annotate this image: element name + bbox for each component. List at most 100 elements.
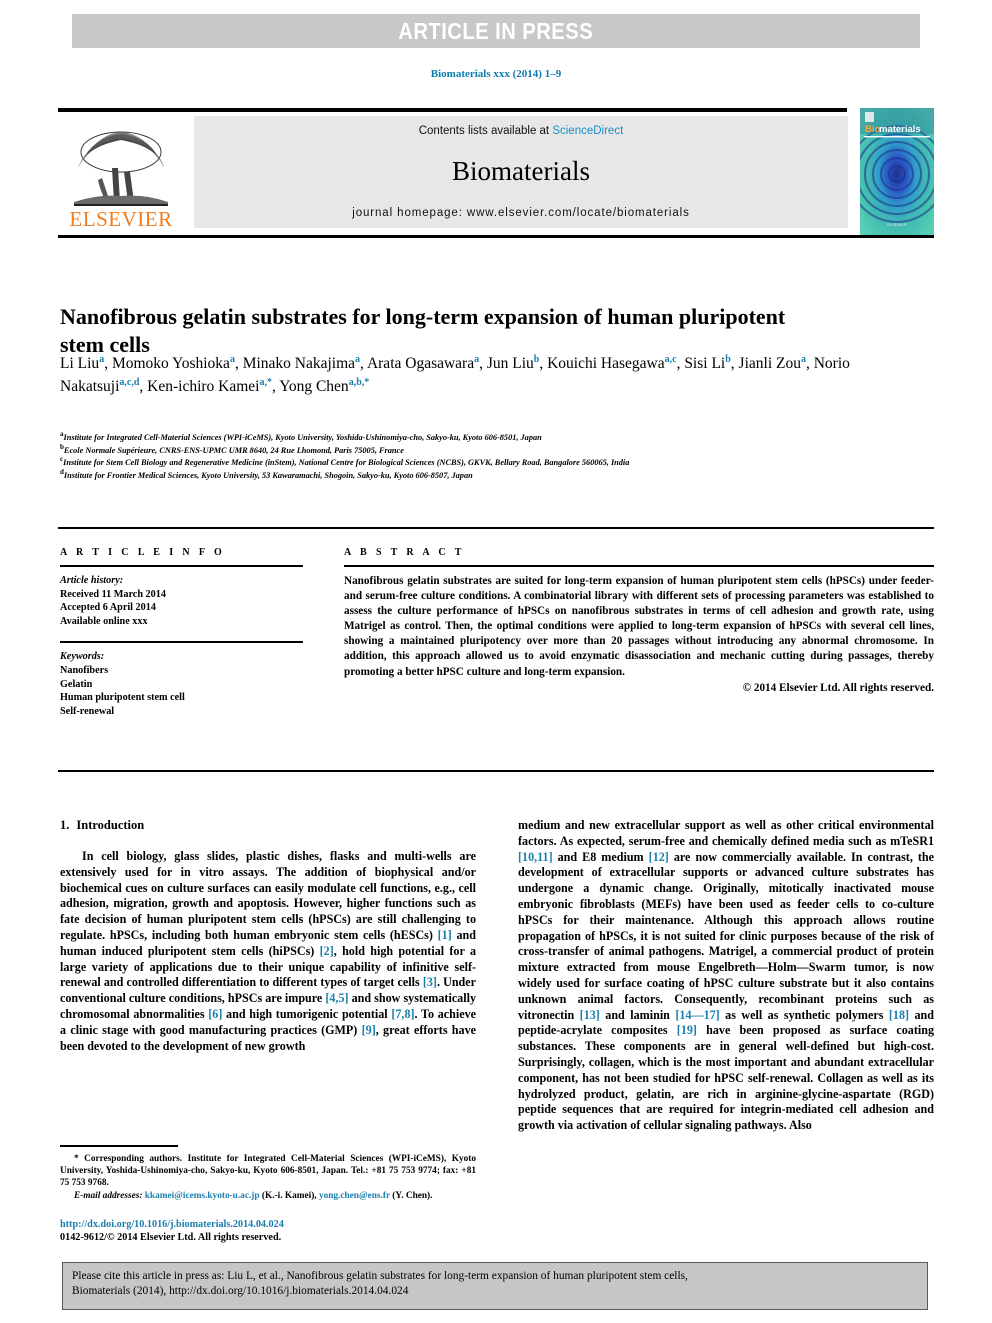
footnote-email-line: E-mail addresses: kkamei@icems.kyoto-u.a… (60, 1190, 476, 1202)
citation-reference[interactable]: [14—17] (675, 1008, 719, 1022)
body-column-left: 1. Introduction In cell biology, glass sl… (60, 818, 476, 1054)
author-separator: , (539, 355, 548, 372)
citation-line-1: Please cite this article in press as: Li… (72, 1270, 688, 1282)
email-addresses-label: E-mail addresses: (74, 1190, 143, 1201)
affiliation-item: dInstitute for Frontier Medical Sciences… (60, 469, 890, 483)
doi-block: http://dx.doi.org/10.1016/j.biomaterials… (60, 1218, 490, 1245)
journal-homepage-line[interactable]: journal homepage: www.elsevier.com/locat… (194, 207, 848, 219)
affiliation-item: aInstitute for Integrated Cell-Material … (60, 431, 890, 445)
article-info-rule (60, 565, 303, 567)
keyword-item: Human pluripotent stem cell (60, 692, 185, 704)
history-item: Available online xxx (60, 615, 148, 627)
abstract-text: Nanofibrous gelatin substrates are suite… (344, 575, 934, 678)
corresponding-author-footnote: * Corresponding authors. Institute for I… (60, 1145, 476, 1202)
abstract-column: A B S T R A C T Nanofibrous gelatin subs… (344, 547, 934, 694)
body-text-run: as well as synthetic polymers (719, 1007, 889, 1022)
keyword-item: Nanofibers (60, 664, 109, 676)
svg-text:ELSEVIER: ELSEVIER (69, 207, 172, 228)
author-separator: , (805, 355, 814, 372)
journal-reference-line: Biomaterials xxx (2014) 1–9 (430, 68, 562, 80)
email-link-kamei[interactable]: kkamei@icems.kyoto-u.ac.jp (145, 1191, 260, 1201)
article-history-label: Article history: (60, 575, 124, 586)
section-heading-introduction: 1. Introduction (60, 818, 476, 833)
email-link-chen[interactable]: yong.chen@ens.fr (319, 1191, 390, 1201)
citation-reference[interactable]: [12] (649, 850, 669, 864)
citation-reference[interactable]: [6] (208, 1007, 222, 1021)
affiliation-text: Institute for Integrated Cell-Material S… (63, 433, 542, 442)
footnote-rule (60, 1145, 178, 1147)
citation-reference[interactable]: [10,11] (518, 850, 553, 864)
author-affiliation-marker: a,c,d (119, 376, 140, 388)
citation-reference[interactable]: [4,5] (325, 991, 348, 1005)
email-owner-chen: (Y. Chen). (392, 1190, 433, 1201)
section-number: 1. (60, 818, 70, 832)
author-name: Sisi Li (684, 355, 726, 372)
sciencedirect-link[interactable]: ScienceDirect (552, 125, 623, 137)
keyword-item: Self-renewal (60, 705, 115, 717)
keywords-block: Keywords: Nanofibers Gelatin Human pluri… (60, 650, 303, 718)
body-column-right: medium and new extracellular support as … (518, 818, 934, 1134)
section-title: Introduction (76, 818, 145, 832)
citation-reference[interactable]: [18] (889, 1008, 909, 1022)
author-name: Jun Liu (486, 355, 534, 372)
article-in-press-label: ARTICLE IN PRESS (398, 17, 594, 44)
keywords-label: Keywords: (60, 651, 105, 663)
citation-reference[interactable]: [7,8] (391, 1007, 414, 1021)
body-text-run: In cell biology, glass slides, plastic d… (60, 849, 476, 942)
abstract-rule (344, 565, 934, 567)
citation-notice-box: Please cite this article in press as: Li… (62, 1262, 928, 1310)
article-in-press-banner: ARTICLE IN PRESS (72, 14, 920, 48)
author-name: Ken-ichiro Kamei (147, 378, 260, 395)
contents-available-line: Contents lists available at ScienceDirec… (194, 116, 848, 137)
issn-copyright-line: 0142-9612/© 2014 Elsevier Ltd. All right… (60, 1232, 282, 1244)
citation-reference[interactable]: [13] (580, 1008, 600, 1022)
svg-text:materials: materials (879, 124, 921, 135)
citation-reference[interactable]: [1] (438, 928, 452, 942)
keyword-item: Gelatin (60, 678, 93, 690)
author-name: Minako Nakajima (242, 355, 356, 372)
citation-reference[interactable]: [3] (423, 975, 437, 989)
svg-text:ELSEVIER: ELSEVIER (887, 222, 907, 227)
body-text-run: and high tumorigenic potential (222, 1006, 392, 1021)
author-affiliation-marker: a,b,* (348, 376, 370, 388)
affiliation-text: Institute for Frontier Medical Sciences,… (63, 470, 473, 480)
body-text-run: medium and new extracellular support as … (518, 818, 934, 848)
author-affiliation-marker: a,c (664, 353, 677, 365)
citation-reference[interactable]: [2] (320, 944, 334, 958)
history-item: Received 11 March 2014 (60, 588, 166, 600)
elsevier-tree-icon: ELSEVIER (69, 131, 172, 228)
article-first-page: ARTICLE IN PRESS Biomaterials xxx (2014)… (0, 0, 992, 1323)
citation-reference[interactable]: [19] (677, 1023, 697, 1037)
elsevier-logo: ELSEVIER (62, 116, 180, 228)
article-info-column: A R T I C L E I N F O Article history: R… (60, 547, 303, 718)
intro-paragraph-left: In cell biology, glass slides, plastic d… (60, 849, 476, 1054)
journal-cover-thumbnail: Bio materials ELSEVIER (860, 108, 934, 235)
header-bottom-rule (58, 235, 934, 238)
affiliation-text: Ecole Normale Supérieure, CNRS-ENS-UPMC … (63, 445, 404, 455)
header-top-rule (58, 108, 847, 112)
abstract-copyright: © 2014 Elsevier Ltd. All rights reserved… (742, 681, 934, 694)
doi-link[interactable]: http://dx.doi.org/10.1016/j.biomaterials… (60, 1218, 490, 1231)
author-name: Arata Ogasawara (366, 355, 475, 372)
affiliation-list: aInstitute for Integrated Cell-Material … (60, 431, 890, 483)
footnote-corresponding-text: * Corresponding authors. Institute for I… (60, 1153, 476, 1189)
affiliation-text: Institute for Stem Cell Biology and Rege… (63, 458, 630, 468)
journal-title: Biomaterials (452, 156, 590, 186)
author-separator: , (104, 355, 112, 372)
abstract-heading: A B S T R A C T (344, 547, 465, 558)
author-name: Kouichi Hasegawa (547, 355, 665, 372)
article-info-heading: A R T I C L E I N F O (60, 547, 226, 558)
info-top-rule (58, 527, 934, 529)
intro-paragraph-right: medium and new extracellular support as … (518, 818, 934, 1134)
citation-reference[interactable]: [9] (362, 1023, 376, 1037)
author-affiliation-marker: a,* (259, 376, 273, 388)
biomaterials-cover-image: Bio materials ELSEVIER (860, 108, 934, 235)
citation-line-2: Biomaterials (2014), http://dx.doi.org/1… (72, 1285, 409, 1297)
keywords-rule (60, 641, 303, 644)
contents-panel: Contents lists available at ScienceDirec… (194, 116, 848, 228)
author-name: Momoko Yoshioka (111, 355, 230, 372)
page-title: Nanofibrous gelatin substrates for long-… (60, 303, 786, 357)
body-text-run: are now commercially available. In contr… (518, 849, 934, 1022)
author-name: Jianli Zou (738, 355, 801, 372)
